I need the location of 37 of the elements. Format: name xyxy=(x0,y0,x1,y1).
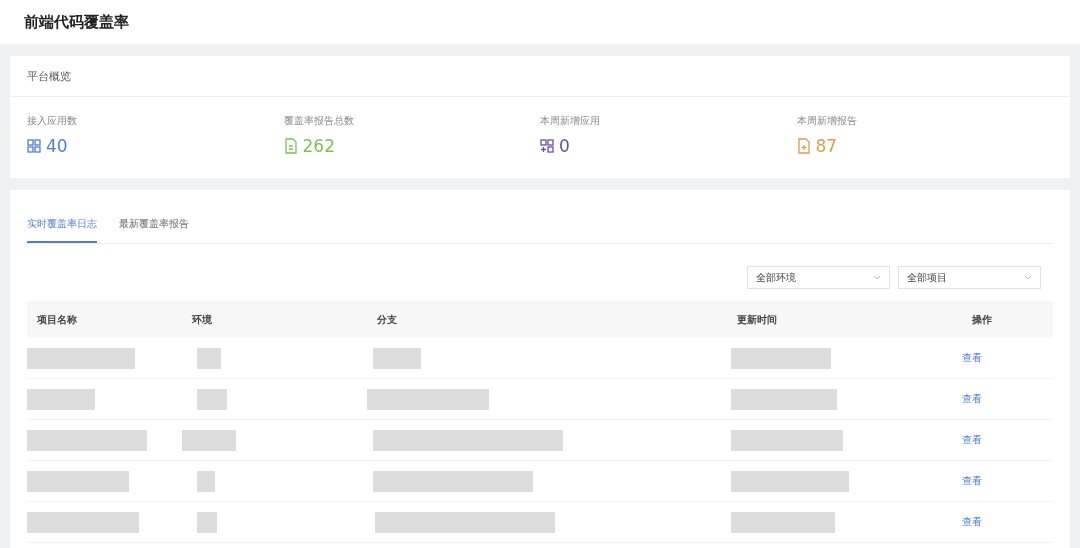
view-link[interactable]: 查看 xyxy=(962,393,982,404)
redacted-block xyxy=(197,470,215,492)
stat-label: 接入应用数 xyxy=(27,114,78,128)
column-header: 分支 xyxy=(376,313,397,325)
redacted-block xyxy=(27,388,95,410)
redacted-block xyxy=(197,511,217,533)
stat-label: 覆盖率报告总数 xyxy=(283,114,355,128)
tab[interactable]: 最新覆盖率报告 xyxy=(119,216,189,243)
column-header: 更新时间 xyxy=(736,313,777,325)
redacted-block xyxy=(197,388,227,410)
grid-icon xyxy=(27,138,41,154)
redacted-block xyxy=(373,347,421,369)
view-link[interactable]: 查看 xyxy=(962,516,982,527)
column-header: 环境 xyxy=(191,313,212,325)
add-document-icon xyxy=(796,138,811,154)
stat-label: 本周新增应用 xyxy=(540,114,601,128)
chevron-down-icon xyxy=(1024,275,1032,280)
document-icon xyxy=(283,138,298,154)
redacted-block xyxy=(197,347,221,369)
stat-value: 0 xyxy=(559,136,570,156)
chevron-down-icon xyxy=(873,275,881,280)
stat-label: 本周新增报告 xyxy=(796,114,858,128)
view-link[interactable]: 查看 xyxy=(962,352,982,363)
select-field[interactable]: 全部环境 xyxy=(747,266,890,289)
stat-value: 87 xyxy=(815,136,838,156)
stat-value: 262 xyxy=(302,136,335,156)
view-link[interactable]: 查看 xyxy=(962,434,982,445)
select-field[interactable]: 全部项目 xyxy=(898,266,1041,289)
column-header: 操作 xyxy=(971,313,992,325)
stat-value: 40 xyxy=(46,136,68,156)
redacted-block xyxy=(182,429,236,451)
card-title: 平台概览 xyxy=(27,68,71,84)
view-link[interactable]: 查看 xyxy=(962,475,982,486)
column-header: 项目名称 xyxy=(36,313,77,325)
page-title: 前端代码覆盖率 xyxy=(24,12,129,32)
tab[interactable]: 实时覆盖率日志 xyxy=(27,216,97,243)
add-grid-icon xyxy=(540,138,554,154)
